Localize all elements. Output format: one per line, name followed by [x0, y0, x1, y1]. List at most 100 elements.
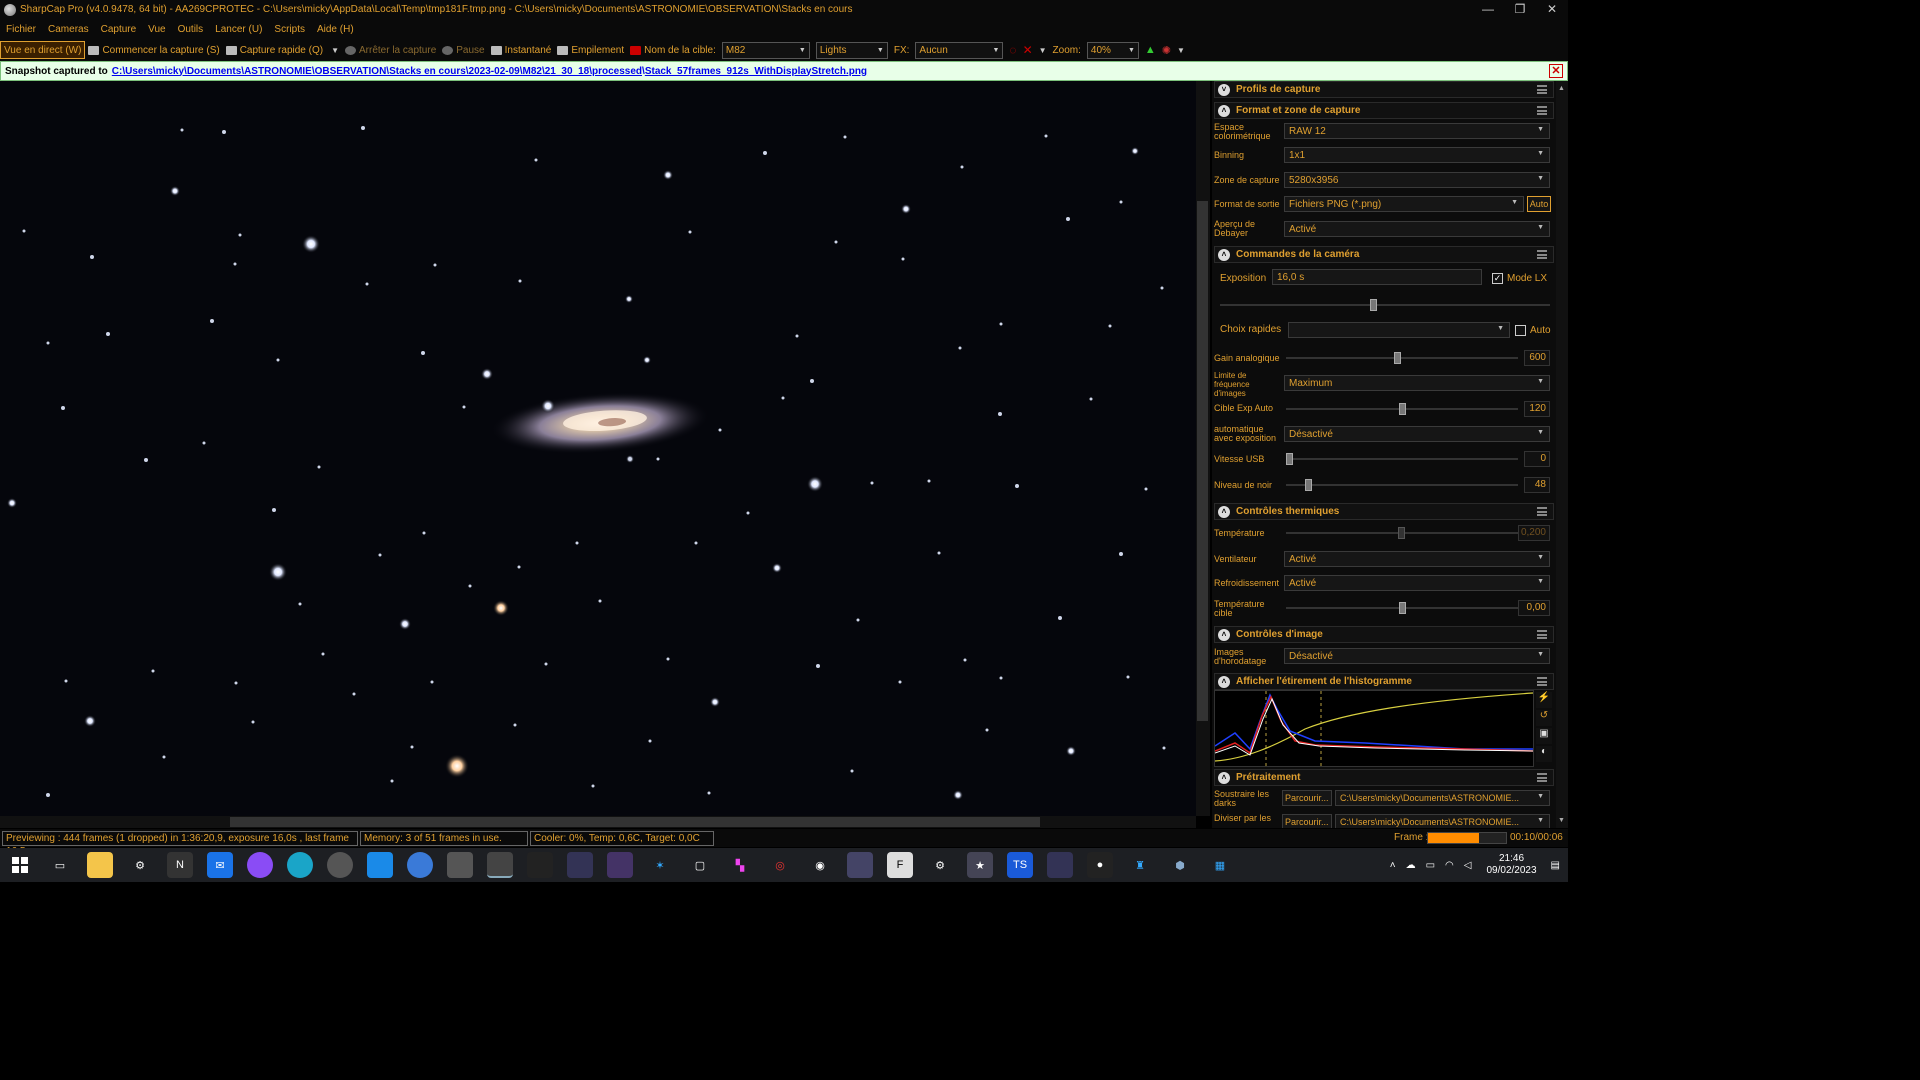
collapse-icon[interactable]: ˄ — [1218, 104, 1230, 117]
exposure-input[interactable]: 16,0 s — [1272, 269, 1482, 285]
save-icon[interactable]: ▣ — [1536, 728, 1552, 744]
crosshair-icon[interactable]: ✕ — [1020, 41, 1036, 59]
close-notification-button[interactable]: ✕ — [1549, 64, 1563, 78]
task-view-icon[interactable]: ▭ — [47, 852, 73, 878]
menu-icon[interactable] — [1537, 677, 1547, 686]
collapse-icon[interactable]: ˄ — [1218, 675, 1230, 688]
fx-select[interactable]: Aucun ▼ — [915, 41, 1004, 59]
app-icon[interactable] — [567, 852, 593, 878]
sharpcap-taskbar-icon[interactable] — [487, 852, 513, 878]
notion-icon[interactable]: N — [167, 852, 193, 878]
auto-exp-value[interactable]: 120 — [1524, 401, 1550, 417]
viewer-vertical-scrollbar[interactable] — [1196, 81, 1210, 816]
black-level-value[interactable]: 48 — [1524, 477, 1550, 493]
gain-slider[interactable] — [1286, 352, 1518, 364]
target-temp-value[interactable]: 0,00 — [1518, 600, 1550, 616]
scroll-down-icon[interactable]: ▼ — [1558, 817, 1565, 824]
auto-stretch-icon[interactable]: ⚡ — [1536, 692, 1552, 708]
reticle-icon[interactable]: ◌ — [1006, 41, 1019, 59]
app-icon[interactable]: ▢ — [687, 852, 713, 878]
menu-outils[interactable]: Outils — [172, 24, 210, 35]
slider-knob[interactable] — [1305, 479, 1312, 491]
quick-capture-button[interactable]: Capture rapide (Q) ▼ — [223, 41, 342, 59]
section-capture-profiles[interactable]: ˅ Profils de capture — [1214, 81, 1554, 98]
frame-limit-select[interactable]: Maximum ▼ — [1284, 375, 1550, 391]
edge-icon[interactable] — [287, 852, 313, 878]
battery-icon[interactable]: ▭ — [1426, 860, 1435, 871]
exposure-slider[interactable] — [1220, 299, 1550, 311]
app-icon[interactable]: ♜ — [1127, 852, 1153, 878]
app-icon[interactable] — [407, 852, 433, 878]
chevron-down-icon[interactable]: ▼ — [1036, 41, 1050, 59]
quick-choice-select[interactable]: ▼ — [1288, 322, 1510, 338]
app-icon[interactable]: ▚ — [727, 852, 753, 878]
snapshot-folder-link[interactable]: C:\Users\micky\Documents\ASTRONOMIE\OBSE… — [112, 66, 642, 77]
slider-knob[interactable] — [1286, 453, 1293, 465]
binning-select[interactable]: 1x1 ▼ — [1284, 147, 1550, 163]
app-icon[interactable] — [847, 852, 873, 878]
mail-icon[interactable]: ✉ — [207, 852, 233, 878]
snapshot-file-link[interactable]: Stack_57frames_912s_WithDisplayStretch.p… — [645, 66, 867, 77]
flats-path-select[interactable]: C:\Users\micky\Documents\ASTRONOMIE... ▼ — [1335, 814, 1550, 828]
zoom-select[interactable]: 40% ▼ — [1086, 41, 1139, 59]
app-icon[interactable] — [327, 852, 353, 878]
section-camera-controls[interactable]: ˄ Commandes de la caméra — [1214, 246, 1554, 263]
target-temp-slider[interactable] — [1286, 602, 1518, 614]
close-window-button[interactable]: ✕ — [1536, 0, 1568, 19]
scroll-thumb[interactable] — [1197, 201, 1208, 721]
menu-cameras[interactable]: Cameras — [42, 24, 95, 35]
histogram-chart[interactable] — [1214, 690, 1534, 767]
app-icon[interactable] — [447, 852, 473, 878]
panel-scrollbar[interactable]: ▲ ▼ — [1556, 81, 1568, 828]
lx-mode-checkbox[interactable]: ✓ — [1492, 273, 1503, 284]
volume-icon[interactable]: ◁ — [1464, 860, 1472, 871]
output-format-select[interactable]: Fichiers PNG (*.png) ▼ — [1284, 196, 1524, 212]
fan-select[interactable]: Activé ▼ — [1284, 551, 1550, 567]
gain-value[interactable]: 600 — [1524, 350, 1550, 366]
scroll-up-icon[interactable]: ▲ — [1558, 85, 1565, 92]
slider-knob[interactable] — [1370, 299, 1377, 311]
slider-knob[interactable] — [1399, 602, 1406, 614]
app-icon[interactable]: ◎ — [767, 852, 793, 878]
app-icon[interactable]: ✶ — [647, 852, 673, 878]
cooling-select[interactable]: Activé ▼ — [1284, 575, 1550, 591]
stop-capture-button[interactable]: Arrêter la capture — [342, 41, 439, 59]
target-name-select[interactable]: M82 ▼ — [721, 41, 810, 59]
menu-icon[interactable] — [1537, 106, 1547, 115]
section-format[interactable]: ˄ Format et zone de capture — [1214, 102, 1554, 119]
settings-icon[interactable]: ⚙ — [127, 852, 153, 878]
section-image-controls[interactable]: ˄ Contrôles d'image — [1214, 626, 1554, 643]
app-icon[interactable]: ● — [1087, 852, 1113, 878]
app-icon[interactable] — [607, 852, 633, 878]
menu-icon[interactable] — [1537, 507, 1547, 516]
color-space-select[interactable]: RAW 12 ▼ — [1284, 123, 1550, 139]
usb-speed-value[interactable]: 0 — [1524, 451, 1550, 467]
menu-vue[interactable]: Vue — [142, 24, 171, 35]
capture-zone-select[interactable]: 5280x3956 ▼ — [1284, 172, 1550, 188]
section-thermal[interactable]: ˄ Contrôles thermiques — [1214, 503, 1554, 520]
section-histogram[interactable]: ˄ Afficher l'étirement de l'histogramme — [1214, 673, 1554, 690]
settings-icon[interactable]: ✺ — [1159, 41, 1174, 59]
auto-with-exp-select[interactable]: Désactivé ▼ — [1284, 426, 1550, 442]
app-icon[interactable]: TS — [1007, 852, 1033, 878]
menu-icon[interactable] — [1537, 630, 1547, 639]
wifi-icon[interactable]: ◠ — [1445, 860, 1454, 871]
snapshot-button[interactable]: Instantané — [488, 41, 555, 59]
app-icon[interactable]: F — [887, 852, 913, 878]
timestamp-select[interactable]: Désactivé ▼ — [1284, 648, 1550, 664]
darks-browse-button[interactable]: Parcourir... — [1282, 790, 1332, 806]
section-preprocessing[interactable]: ˄ Prétraitement — [1214, 769, 1554, 786]
contrast-icon[interactable]: ◐ — [1536, 746, 1552, 762]
start-capture-button[interactable]: Commencer la capture (S) — [85, 41, 222, 59]
menu-scripts[interactable]: Scripts — [268, 24, 311, 35]
app-icon[interactable] — [367, 852, 393, 878]
chevron-down-icon[interactable]: ▼ — [331, 46, 339, 55]
collapse-icon[interactable]: ˄ — [1218, 771, 1230, 784]
pause-button[interactable]: Pause — [439, 41, 487, 59]
collapse-icon[interactable]: ˄ — [1218, 628, 1230, 641]
app-icon[interactable]: ▦ — [1207, 852, 1233, 878]
menu-fichier[interactable]: Fichier — [0, 24, 42, 35]
auto-exp-slider[interactable] — [1286, 403, 1518, 415]
chevron-down-icon[interactable]: ▼ — [1174, 41, 1188, 59]
collapse-icon[interactable]: ˅ — [1218, 83, 1230, 96]
